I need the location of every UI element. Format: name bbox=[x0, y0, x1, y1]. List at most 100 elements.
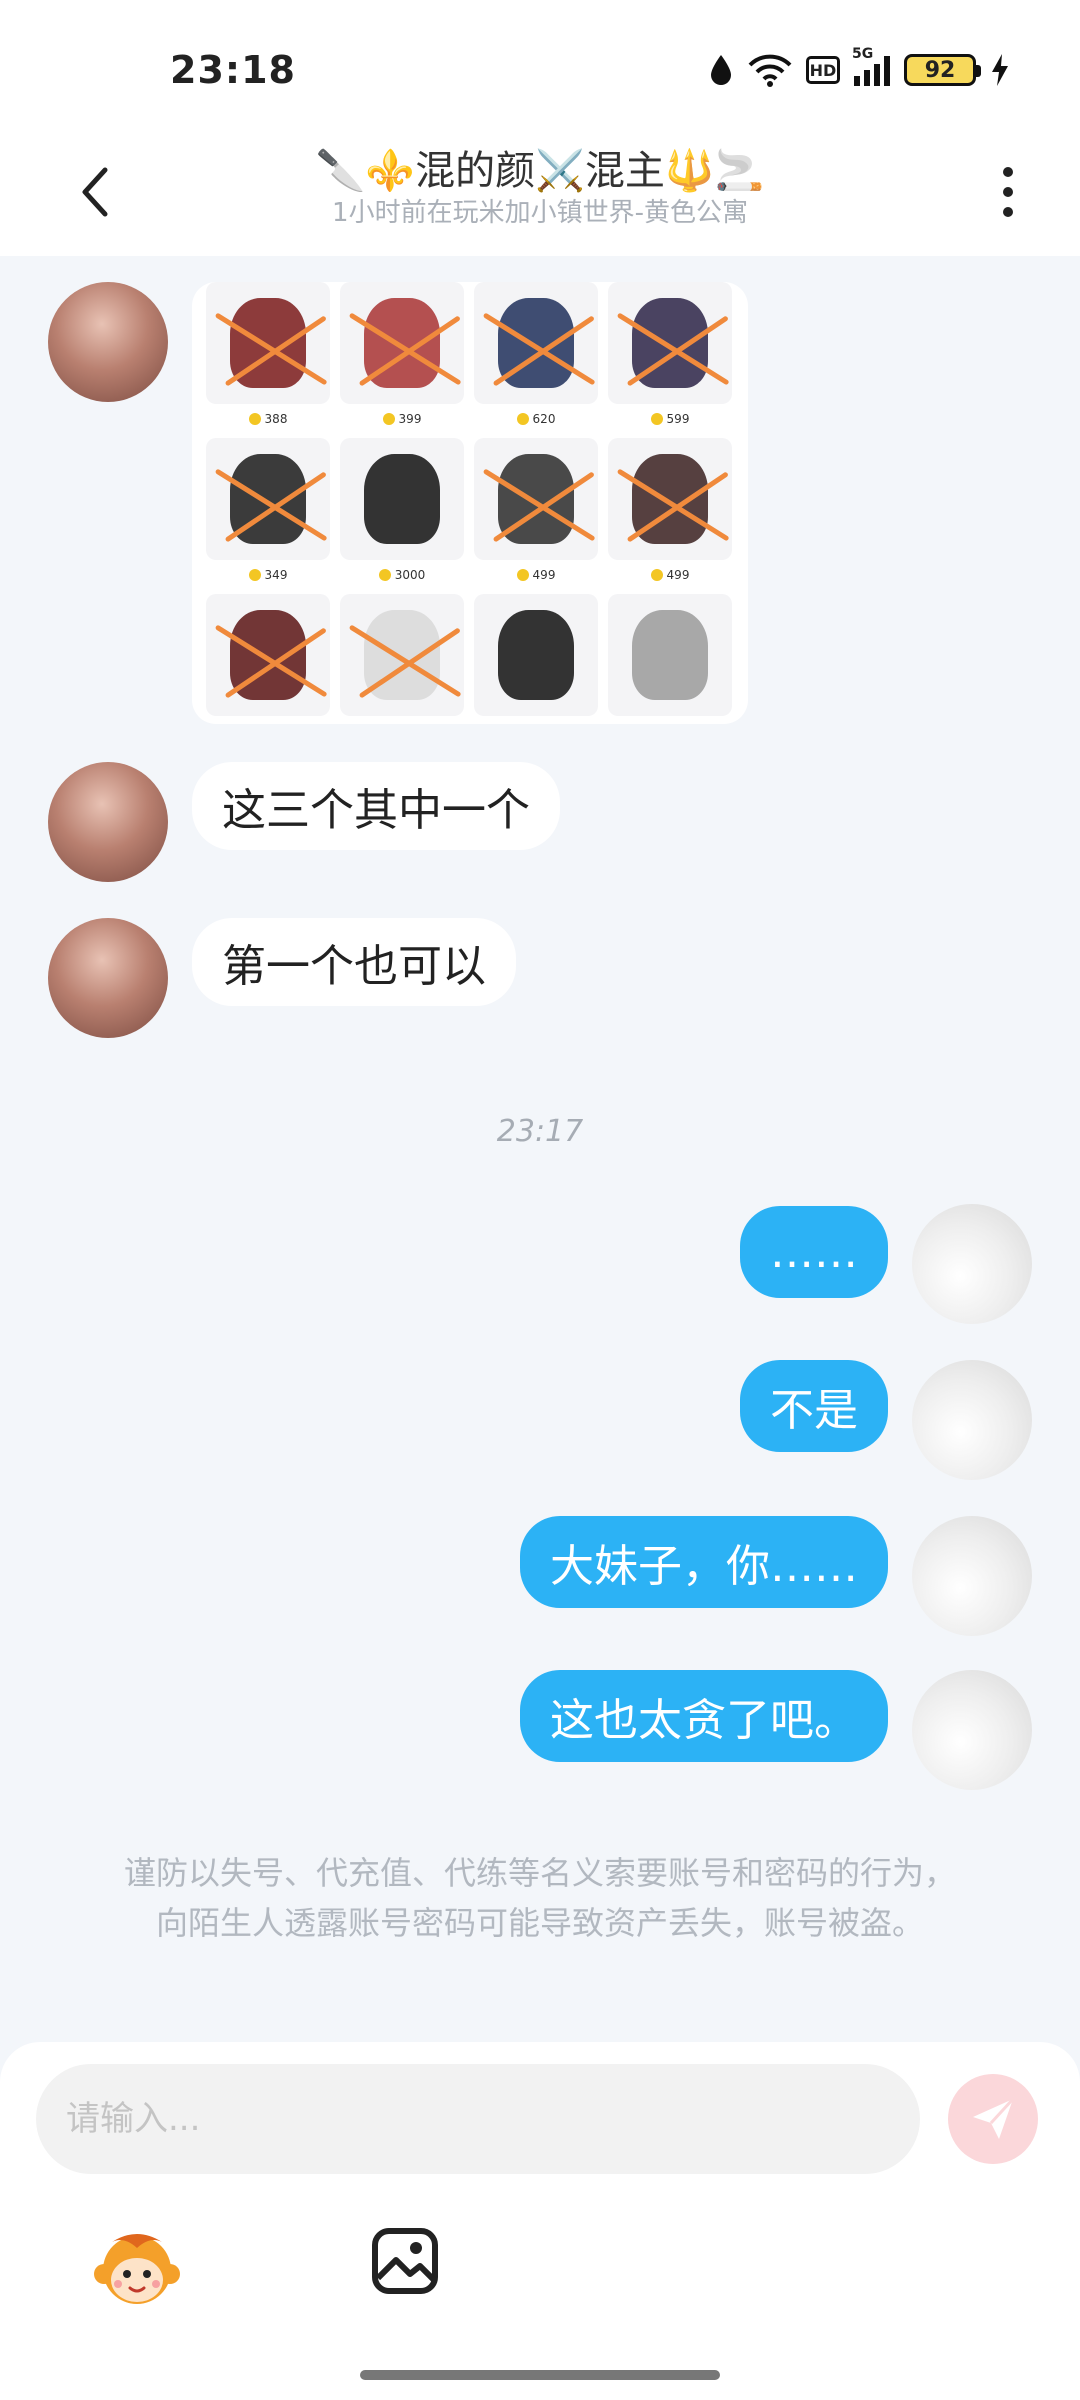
message-bubble-outgoing[interactable]: …… bbox=[740, 1206, 888, 1298]
item-price: 499 bbox=[474, 564, 598, 586]
security-warning: 谨防以失号、代充值、代练等名义索要账号和密码的行为，向陌生人透露账号密码可能导致… bbox=[123, 1854, 956, 1942]
item-price-value: 399 bbox=[398, 412, 422, 426]
my-avatar[interactable] bbox=[912, 1670, 1032, 1790]
item-cell: 349 bbox=[206, 438, 330, 594]
item-shape bbox=[364, 454, 440, 544]
image-message[interactable]: 388 399 620 599 349 3000 499 499 bbox=[192, 282, 748, 724]
my-avatar[interactable] bbox=[912, 1516, 1032, 1636]
chat-title: 🔪⚜️混的颜⚔️混主🔱🚬 bbox=[315, 148, 765, 194]
item-cell bbox=[474, 594, 598, 724]
item-thumbnail bbox=[608, 594, 732, 716]
item-price: 388 bbox=[206, 408, 330, 430]
item-shape bbox=[498, 610, 574, 700]
message-input[interactable] bbox=[36, 2064, 920, 2174]
image-picker-button[interactable] bbox=[370, 2226, 440, 2296]
coin-icon bbox=[378, 569, 391, 581]
my-avatar[interactable] bbox=[912, 1204, 1032, 1324]
signal-icon: 5G bbox=[852, 46, 890, 86]
emoji-button[interactable] bbox=[92, 2226, 182, 2316]
item-cell: 499 bbox=[474, 438, 598, 594]
coin-icon bbox=[650, 569, 663, 581]
item-thumbnail bbox=[608, 282, 732, 404]
coin-icon bbox=[516, 413, 529, 425]
item-thumbnail bbox=[474, 282, 598, 404]
message-bubble-outgoing[interactable]: 不是 bbox=[740, 1360, 888, 1452]
item-price-value: 388 bbox=[264, 412, 288, 426]
message-bubble-outgoing[interactable]: 这也太贪了吧。 bbox=[520, 1670, 888, 1762]
coin-icon bbox=[650, 413, 663, 425]
more-dot-icon bbox=[1003, 167, 1013, 177]
status-icons: HD 5G 92 bbox=[708, 46, 1010, 92]
image-icon bbox=[372, 2228, 438, 2294]
more-options-button[interactable] bbox=[978, 150, 1038, 234]
item-thumbnail bbox=[340, 282, 464, 404]
item-cell bbox=[340, 594, 464, 724]
coin-icon bbox=[382, 413, 395, 425]
item-price bbox=[474, 720, 598, 724]
item-thumbnail bbox=[474, 438, 598, 560]
message-bubble-incoming[interactable]: 这三个其中一个 bbox=[192, 762, 560, 850]
item-grid: 388 399 620 599 349 3000 499 499 bbox=[206, 282, 734, 724]
status-bar: 23:18 HD 5G 92 bbox=[0, 0, 1080, 128]
contact-avatar[interactable] bbox=[48, 762, 168, 882]
item-price bbox=[206, 720, 330, 724]
item-shape bbox=[632, 610, 708, 700]
contact-avatar[interactable] bbox=[48, 918, 168, 1038]
item-cell bbox=[206, 594, 330, 724]
item-price: 620 bbox=[474, 408, 598, 430]
item-price: 399 bbox=[340, 408, 464, 430]
item-price-value: 599 bbox=[666, 412, 690, 426]
paper-plane-icon bbox=[973, 2097, 1015, 2139]
hd-badge: HD bbox=[806, 56, 840, 84]
item-thumbnail bbox=[474, 594, 598, 716]
message-timestamp: 23:17 bbox=[496, 1114, 584, 1149]
contact-avatar[interactable] bbox=[48, 282, 168, 402]
network-type: 5G bbox=[852, 46, 874, 62]
coin-icon bbox=[248, 569, 261, 581]
coin-icon bbox=[248, 413, 261, 425]
my-avatar[interactable] bbox=[912, 1360, 1032, 1480]
item-cell: 399 bbox=[340, 282, 464, 438]
battery-icon: 92 bbox=[904, 54, 981, 86]
item-price: 3000 bbox=[340, 564, 464, 586]
item-thumbnail bbox=[206, 282, 330, 404]
item-price-value: 3000 bbox=[394, 568, 426, 582]
item-thumbnail bbox=[206, 438, 330, 560]
item-cell: 620 bbox=[474, 282, 598, 438]
item-price-value: 349 bbox=[264, 568, 288, 582]
item-price-value: 620 bbox=[532, 412, 556, 426]
send-button[interactable] bbox=[948, 2074, 1038, 2164]
charging-bolt-icon bbox=[992, 54, 1008, 86]
item-price: 349 bbox=[206, 564, 330, 586]
item-price: 599 bbox=[608, 408, 732, 430]
item-thumbnail bbox=[340, 594, 464, 716]
item-price-value: 499 bbox=[532, 568, 556, 582]
item-thumbnail bbox=[206, 594, 330, 716]
input-panel bbox=[0, 2042, 1080, 2400]
status-time: 23:18 bbox=[170, 48, 296, 92]
chat-header: 🔪⚜️混的颜⚔️混主🔱🚬 1小时前在玩米加小镇世界-黄色公寓 bbox=[0, 128, 1080, 256]
home-indicator[interactable] bbox=[360, 2370, 720, 2380]
chevron-left-icon bbox=[82, 167, 108, 217]
item-thumbnail bbox=[608, 438, 732, 560]
item-price bbox=[340, 720, 464, 724]
back-button[interactable] bbox=[64, 150, 124, 234]
water-drop-icon bbox=[711, 55, 731, 85]
more-dot-icon bbox=[1003, 187, 1013, 197]
message-bubble-outgoing[interactable]: 大妹子，你…… bbox=[520, 1516, 888, 1608]
chat-subtitle: 1小时前在玩米加小镇世界-黄色公寓 bbox=[332, 198, 748, 228]
item-price: 499 bbox=[608, 564, 732, 586]
message-bubble-incoming[interactable]: 第一个也可以 bbox=[192, 918, 516, 1006]
item-cell: 3000 bbox=[340, 438, 464, 594]
coin-icon bbox=[516, 569, 529, 581]
item-cell: 499 bbox=[608, 438, 732, 594]
item-price bbox=[608, 720, 732, 724]
item-cell: 599 bbox=[608, 282, 732, 438]
item-thumbnail bbox=[340, 438, 464, 560]
item-cell bbox=[608, 594, 732, 724]
monkey-face-icon bbox=[94, 2234, 180, 2304]
item-cell: 388 bbox=[206, 282, 330, 438]
item-price-value: 499 bbox=[666, 568, 690, 582]
wifi-icon bbox=[748, 54, 792, 87]
more-dot-icon bbox=[1003, 207, 1013, 217]
